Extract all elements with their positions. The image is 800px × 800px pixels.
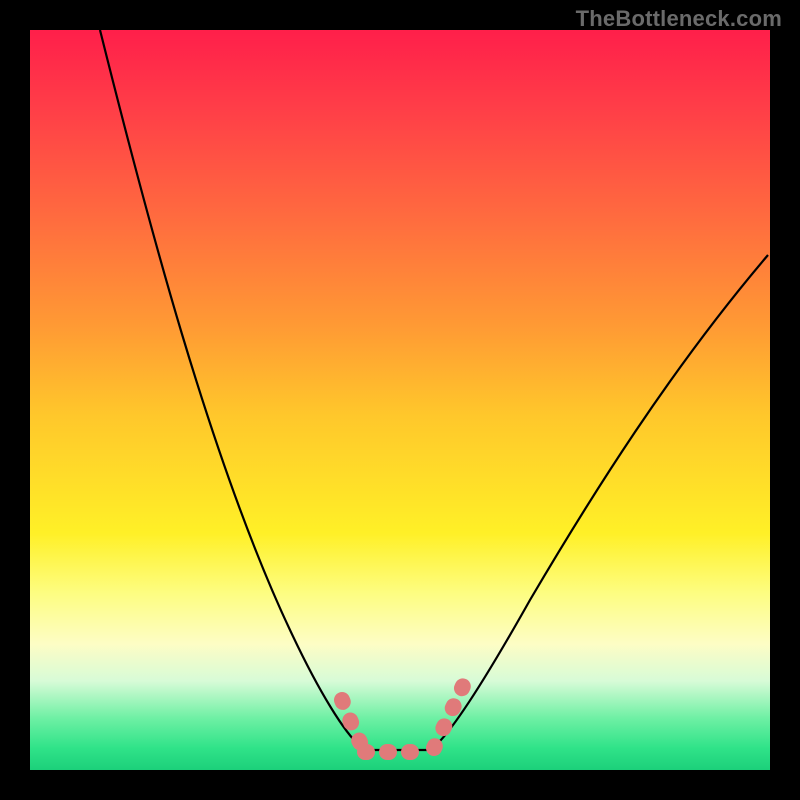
watermark: TheBottleneck.com: [576, 6, 782, 32]
chart-frame: TheBottleneck.com: [0, 0, 800, 800]
plot-background: [30, 30, 770, 770]
